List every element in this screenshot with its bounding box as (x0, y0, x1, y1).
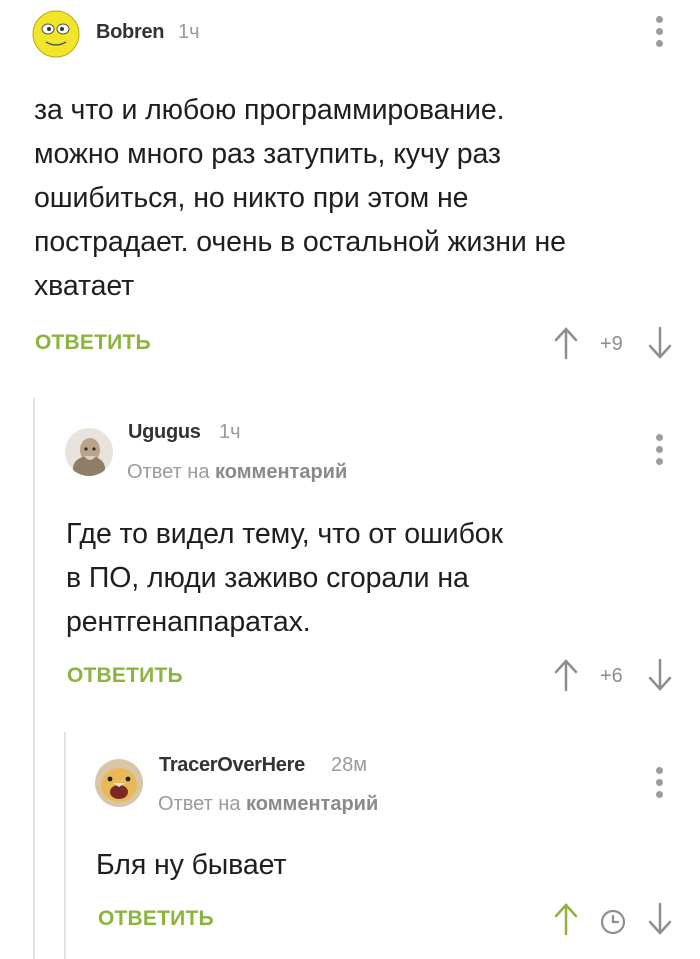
avatar[interactable] (95, 759, 143, 807)
author-name[interactable]: TracerOverHere (159, 754, 305, 777)
thread-line (64, 732, 66, 959)
avatar[interactable] (32, 10, 80, 58)
more-options-icon[interactable] (655, 434, 663, 465)
more-options-icon[interactable] (655, 16, 663, 47)
avatar[interactable] (65, 428, 113, 476)
more-options-icon[interactable] (655, 767, 663, 798)
rating-count: +9 (600, 333, 623, 355)
upvote-arrow-icon[interactable] (554, 902, 578, 936)
reply-to-label[interactable]: Ответ на комментарий (127, 461, 347, 484)
comment-text: Где то видел тему, что от ошибок в ПО, л… (66, 518, 503, 638)
downvote-arrow-icon[interactable] (648, 326, 672, 360)
downvote-arrow-icon[interactable] (648, 902, 672, 936)
upvote-arrow-icon[interactable] (554, 658, 578, 692)
author-name[interactable]: Ugugus (128, 421, 201, 444)
reply-button[interactable]: ОТВЕТИТЬ (67, 664, 183, 688)
comment-time: 1ч (178, 21, 200, 43)
clock-icon (600, 909, 626, 935)
downvote-arrow-icon[interactable] (648, 658, 672, 692)
reply-button[interactable]: ОТВЕТИТЬ (98, 907, 214, 931)
upvote-arrow-icon[interactable] (554, 326, 578, 360)
rating-count: +6 (600, 665, 623, 687)
thread-line (33, 398, 35, 959)
comment-text: Бля ну бывает (96, 849, 287, 881)
comment-text: за что и любою программирование. можно м… (34, 94, 566, 302)
reply-button[interactable]: ОТВЕТИТЬ (35, 331, 151, 355)
reply-to-label[interactable]: Ответ на комментарий (158, 793, 378, 816)
author-name[interactable]: Bobren (96, 21, 165, 44)
comment-time: 1ч (219, 421, 241, 443)
comment-time: 28м (331, 754, 367, 776)
